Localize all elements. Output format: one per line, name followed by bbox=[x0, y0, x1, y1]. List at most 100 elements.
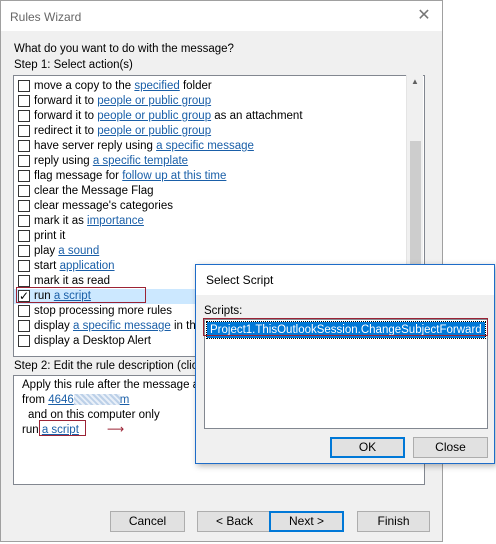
action-link[interactable]: application bbox=[60, 260, 115, 272]
next-button[interactable]: Next > bbox=[269, 511, 344, 532]
action-checkbox[interactable] bbox=[18, 275, 30, 287]
action-item[interactable]: forward it to people or public group as … bbox=[14, 109, 406, 124]
action-label: play a sound bbox=[34, 244, 99, 259]
action-link[interactable]: a sound bbox=[58, 245, 99, 257]
close-button[interactable]: Close bbox=[413, 437, 488, 458]
from-link[interactable]: 4646 m bbox=[48, 394, 129, 406]
action-checkbox[interactable] bbox=[18, 140, 30, 152]
action-checkbox[interactable] bbox=[18, 185, 30, 197]
action-label: display a Desktop Alert bbox=[34, 334, 151, 349]
action-text: print it bbox=[34, 230, 66, 242]
action-checkbox[interactable] bbox=[18, 305, 30, 317]
cancel-button[interactable]: Cancel bbox=[110, 511, 185, 532]
ok-button[interactable]: OK bbox=[330, 437, 405, 458]
action-link[interactable]: a specific message bbox=[156, 140, 254, 152]
close-icon[interactable]: ✕ bbox=[412, 5, 436, 27]
action-item[interactable]: clear message's categories bbox=[14, 199, 406, 214]
scroll-up-icon[interactable]: ▲ bbox=[411, 77, 419, 86]
action-link[interactable]: specified bbox=[134, 80, 179, 92]
action-checkbox[interactable] bbox=[18, 245, 30, 257]
action-checkbox[interactable] bbox=[18, 230, 30, 242]
action-link[interactable]: people or public group bbox=[97, 110, 211, 122]
action-checkbox[interactable] bbox=[18, 320, 30, 332]
a-script-highlight-frame bbox=[39, 420, 86, 436]
action-text: stop processing more rules bbox=[34, 305, 173, 317]
action-text: play bbox=[34, 245, 59, 257]
action-label: flag message for follow up at this time bbox=[34, 169, 226, 184]
title-bar: Rules Wizard ✕ bbox=[1, 1, 442, 31]
action-text: clear message's categories bbox=[34, 200, 173, 212]
step1-label: Step 1: Select action(s) bbox=[14, 59, 133, 71]
back-button[interactable]: < Back bbox=[197, 511, 272, 532]
action-checkbox[interactable] bbox=[18, 95, 30, 107]
action-link[interactable]: a specific template bbox=[93, 155, 188, 167]
action-label: forward it to people or public group bbox=[34, 94, 211, 109]
action-checkbox[interactable] bbox=[18, 110, 30, 122]
action-item[interactable]: move a copy to the specified folder bbox=[14, 79, 406, 94]
action-label: move a copy to the specified folder bbox=[34, 79, 212, 94]
action-item[interactable]: print it bbox=[14, 229, 406, 244]
action-item[interactable]: redirect it to people or public group bbox=[14, 124, 406, 139]
action-link[interactable]: people or public group bbox=[97, 95, 211, 107]
action-label: forward it to people or public group as … bbox=[34, 109, 303, 124]
window-title: Rules Wizard bbox=[10, 10, 82, 24]
action-item[interactable]: clear the Message Flag bbox=[14, 184, 406, 199]
action-link[interactable]: people or public group bbox=[97, 125, 211, 137]
action-label: mark it as importance bbox=[34, 214, 144, 229]
action-text: mark it as bbox=[34, 215, 88, 227]
action-checkbox[interactable] bbox=[18, 155, 30, 167]
action-text: clear the Message Flag bbox=[34, 185, 154, 197]
action-item[interactable]: have server reply using a specific messa… bbox=[14, 139, 406, 154]
action-text: start bbox=[34, 260, 60, 272]
action-label: display a specific message in the bbox=[34, 319, 202, 334]
script-highlight-frame bbox=[203, 318, 488, 336]
scripts-label: Scripts: bbox=[204, 305, 243, 317]
action-text: display a Desktop Alert bbox=[34, 335, 151, 347]
action-text-suffix: as an attachment bbox=[211, 110, 303, 122]
action-item[interactable]: forward it to people or public group bbox=[14, 94, 406, 109]
action-item[interactable]: reply using a specific template bbox=[14, 154, 406, 169]
action-label: start application bbox=[34, 259, 115, 274]
pointer-arrow-icon: ⟶ bbox=[107, 422, 125, 436]
action-text-suffix: folder bbox=[179, 80, 212, 92]
dialog-title-bar: Select Script bbox=[196, 265, 494, 295]
action-link[interactable]: a specific message bbox=[73, 320, 171, 332]
action-checkbox[interactable] bbox=[18, 200, 30, 212]
action-text: mark it as read bbox=[34, 275, 111, 287]
from-prefix: from bbox=[22, 394, 49, 406]
action-link[interactable]: follow up at this time bbox=[122, 170, 226, 182]
action-label: clear message's categories bbox=[34, 199, 173, 214]
dialog-title: Select Script bbox=[206, 273, 274, 287]
action-checkbox[interactable] bbox=[18, 215, 30, 227]
action-label: stop processing more rules bbox=[34, 304, 172, 319]
action-item[interactable]: mark it as importance bbox=[14, 214, 406, 229]
action-checkbox[interactable] bbox=[18, 125, 30, 137]
action-checkbox[interactable] bbox=[18, 260, 30, 272]
action-text: reply using bbox=[34, 155, 93, 167]
finish-button[interactable]: Finish bbox=[357, 511, 430, 532]
action-text: forward it to bbox=[34, 110, 98, 122]
action-label: clear the Message Flag bbox=[34, 184, 154, 199]
description-from-line: from 4646 m bbox=[22, 393, 129, 407]
step2-label: Step 2: Edit the rule description (clic bbox=[14, 360, 198, 372]
action-text: redirect it to bbox=[34, 125, 98, 137]
action-item[interactable]: flag message for follow up at this time bbox=[14, 169, 406, 184]
action-label: redirect it to people or public group bbox=[34, 124, 211, 139]
action-checkbox[interactable] bbox=[18, 80, 30, 92]
action-checkbox[interactable] bbox=[18, 170, 30, 182]
action-checkbox[interactable] bbox=[18, 335, 30, 347]
action-text: flag message for bbox=[34, 170, 123, 182]
action-label: print it bbox=[34, 229, 65, 244]
action-link[interactable]: importance bbox=[87, 215, 144, 227]
action-text: move a copy to the bbox=[34, 80, 135, 92]
from-link-start[interactable]: 4646 bbox=[48, 394, 74, 406]
from-link-end[interactable]: m bbox=[120, 394, 130, 406]
action-text: display bbox=[34, 320, 73, 332]
action-text: forward it to bbox=[34, 95, 98, 107]
description-line: Apply this rule after the message a bbox=[22, 379, 200, 391]
action-label: reply using a specific template bbox=[34, 154, 188, 169]
question-label: What do you want to do with the message? bbox=[14, 43, 234, 55]
redacted-address bbox=[73, 394, 120, 406]
run-script-highlight-frame bbox=[16, 287, 146, 303]
action-item[interactable]: play a sound bbox=[14, 244, 406, 259]
